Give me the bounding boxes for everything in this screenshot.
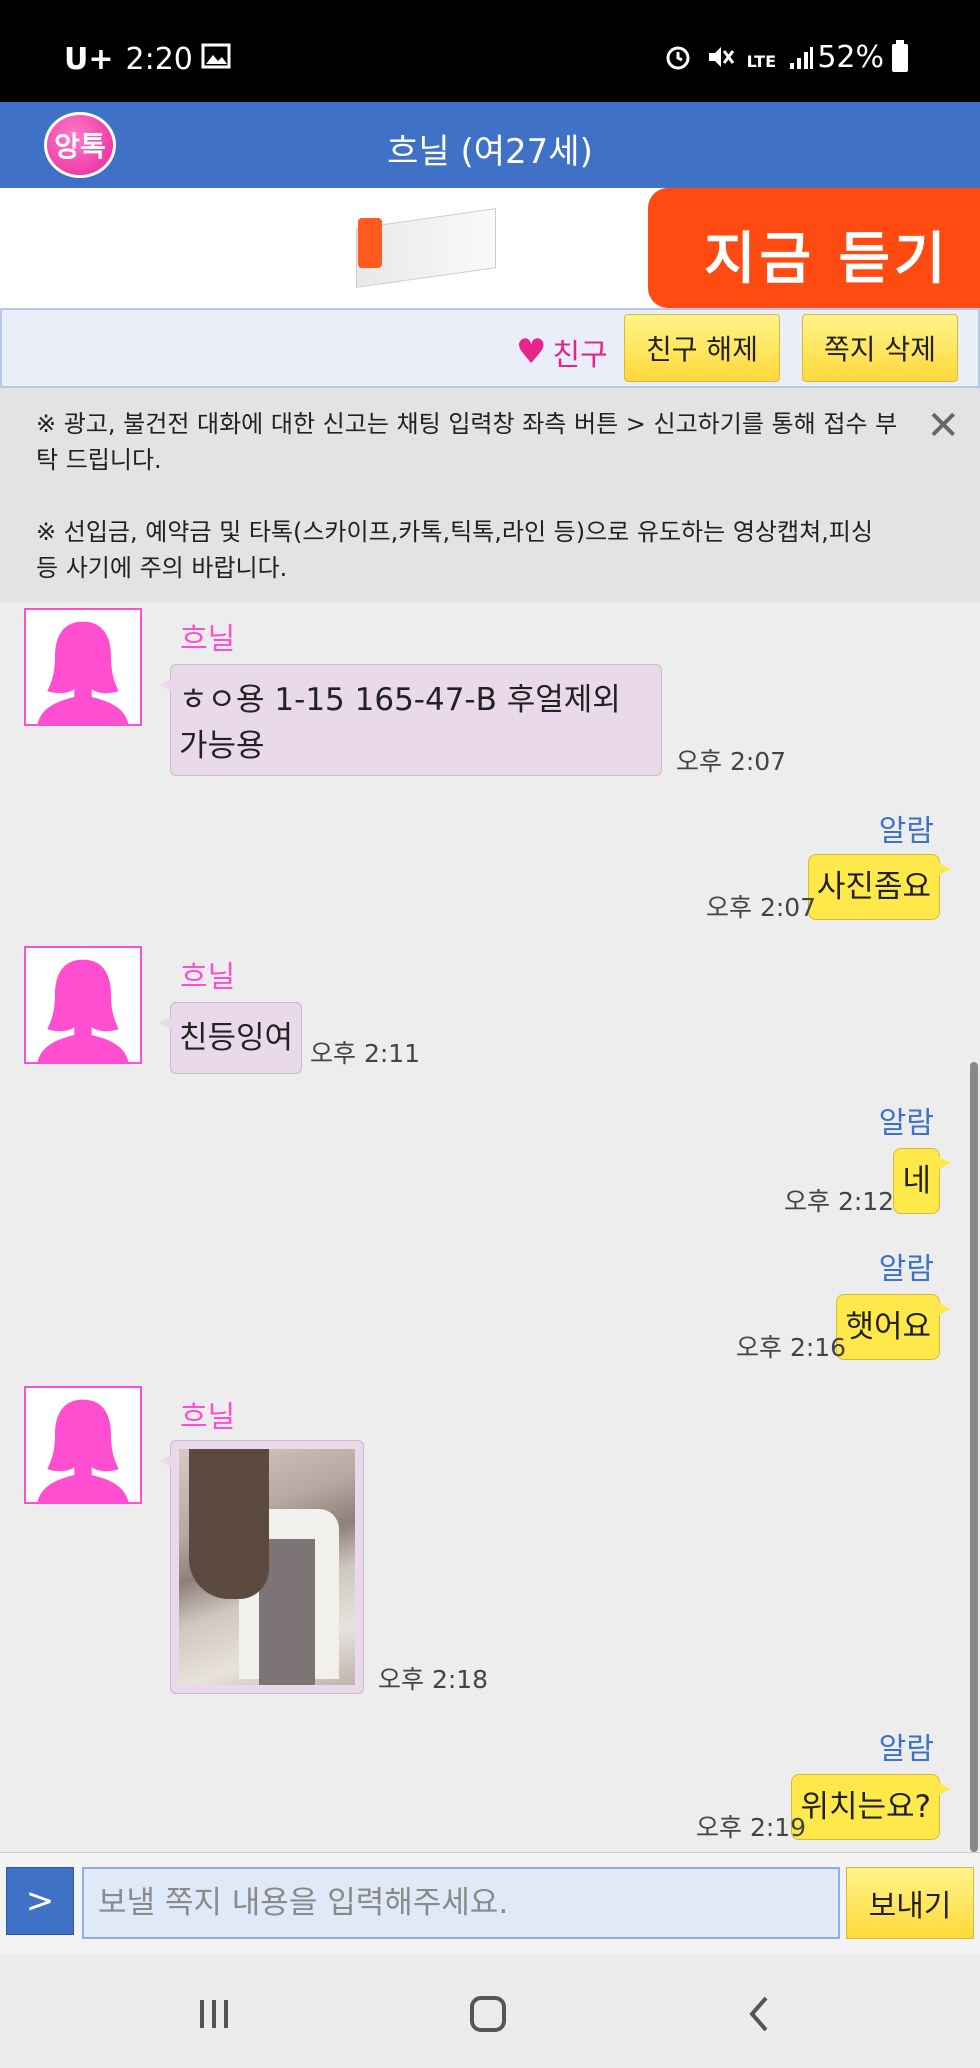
message-time: 오후 2:11 bbox=[310, 1039, 421, 1068]
unfriend-button[interactable]: 친구 해제 bbox=[624, 314, 780, 382]
clock: 2:20 bbox=[125, 42, 193, 77]
sender-name: 알람 bbox=[878, 1252, 934, 1287]
mute-icon bbox=[705, 42, 735, 80]
outgoing-message[interactable]: 사진좀요 bbox=[807, 854, 952, 920]
home-icon[interactable] bbox=[458, 1984, 518, 2044]
female-silhouette-icon bbox=[37, 621, 129, 724]
message-time: 오후 2:07 bbox=[676, 747, 787, 776]
female-silhouette-icon bbox=[37, 959, 129, 1062]
sender-name: 흐닐 bbox=[180, 622, 236, 657]
incoming-message[interactable]: 친등잉여 bbox=[158, 1002, 303, 1074]
outgoing-message[interactable]: 네 bbox=[893, 1148, 951, 1214]
battery-icon bbox=[892, 39, 908, 72]
report-menu-button[interactable]: > bbox=[6, 1867, 74, 1935]
message-time: 오후 2:18 bbox=[378, 1665, 489, 1694]
status-bar: U+ 2:20 LTE 52% bbox=[0, 0, 980, 102]
chat-log[interactable]: 흐닐 ㅎㅇ용 1-15 165-47-B 후얼제외 가능용 오후 2:07 알람… bbox=[0, 602, 980, 1852]
chat-title: 흐닐 (여27세) bbox=[387, 132, 593, 172]
incoming-message[interactable]: ㅎㅇ용 1-15 165-47-B 후얼제외 가능용 bbox=[159, 664, 662, 776]
sender-name: 흐닐 bbox=[180, 1400, 236, 1435]
ad-cta-text[interactable]: 지금 듣기 bbox=[648, 188, 980, 308]
photo-message[interactable] bbox=[159, 1440, 364, 1694]
send-button[interactable]: 보내기 bbox=[846, 1867, 974, 1939]
message-input-bar: > 보내기 bbox=[0, 1852, 980, 1954]
chat-header: 앙톡 흐닐 (여27세) bbox=[0, 102, 980, 188]
avatar[interactable] bbox=[24, 1386, 142, 1504]
warning-notice: ※ 광고, 불건전 대화에 대한 신고는 채팅 입력창 좌측 버튼 > 신고하기… bbox=[0, 388, 980, 602]
heart-icon: ♥ bbox=[516, 332, 547, 372]
message-time: 오후 2:19 bbox=[696, 1813, 807, 1842]
avatar[interactable] bbox=[24, 946, 142, 1064]
alarm-icon bbox=[663, 42, 693, 80]
chevron-right-icon: > bbox=[25, 1881, 55, 1921]
delete-message-button[interactable]: 쪽지 삭제 bbox=[802, 314, 958, 382]
chat-scrollbar[interactable] bbox=[970, 1062, 978, 1852]
outgoing-message[interactable]: 위치는요? bbox=[791, 1774, 951, 1840]
sender-name: 알람 bbox=[878, 814, 934, 849]
spoon-app-icon bbox=[358, 218, 382, 268]
sender-name: 알람 bbox=[878, 1106, 934, 1141]
friend-status[interactable]: ♥ 친구 bbox=[516, 330, 608, 374]
female-silhouette-icon bbox=[37, 1399, 129, 1502]
gallery-icon bbox=[201, 42, 231, 77]
friend-label: 친구 bbox=[552, 338, 608, 373]
recent-apps-icon[interactable] bbox=[184, 1984, 244, 2044]
notice-fraud: ※ 선입금, 예약금 및 타톡(스카이프,카톡,틱톡,라인 등)으로 유도하는 … bbox=[36, 518, 873, 582]
photo-thumbnail[interactable] bbox=[179, 1449, 355, 1685]
notice-report: ※ 광고, 불건전 대화에 대한 신고는 채팅 입력창 좌측 버튼 > 신고하기… bbox=[36, 410, 898, 474]
signal-icon bbox=[788, 44, 814, 79]
outgoing-message[interactable]: 햇어요 bbox=[836, 1294, 951, 1360]
avatar[interactable] bbox=[24, 608, 142, 726]
ad-banner[interactable]: 지금 듣기 bbox=[0, 188, 980, 308]
friend-action-bar: ♥ 친구 친구 해제 쪽지 삭제 bbox=[0, 308, 980, 388]
back-icon[interactable] bbox=[730, 1984, 790, 2044]
close-icon[interactable]: ✕ bbox=[926, 406, 960, 446]
message-input[interactable] bbox=[82, 1867, 840, 1939]
sender-name: 알람 bbox=[878, 1732, 934, 1767]
message-time: 오후 2:07 bbox=[706, 893, 817, 922]
network-label: LTE bbox=[746, 51, 776, 71]
carrier-label: U+ bbox=[64, 42, 114, 77]
sender-name: 흐닐 bbox=[180, 960, 236, 995]
message-time: 오후 2:16 bbox=[736, 1333, 847, 1362]
battery-level: 52% bbox=[817, 40, 884, 75]
system-nav-bar bbox=[0, 1954, 980, 2068]
message-time: 오후 2:12 bbox=[784, 1187, 895, 1216]
